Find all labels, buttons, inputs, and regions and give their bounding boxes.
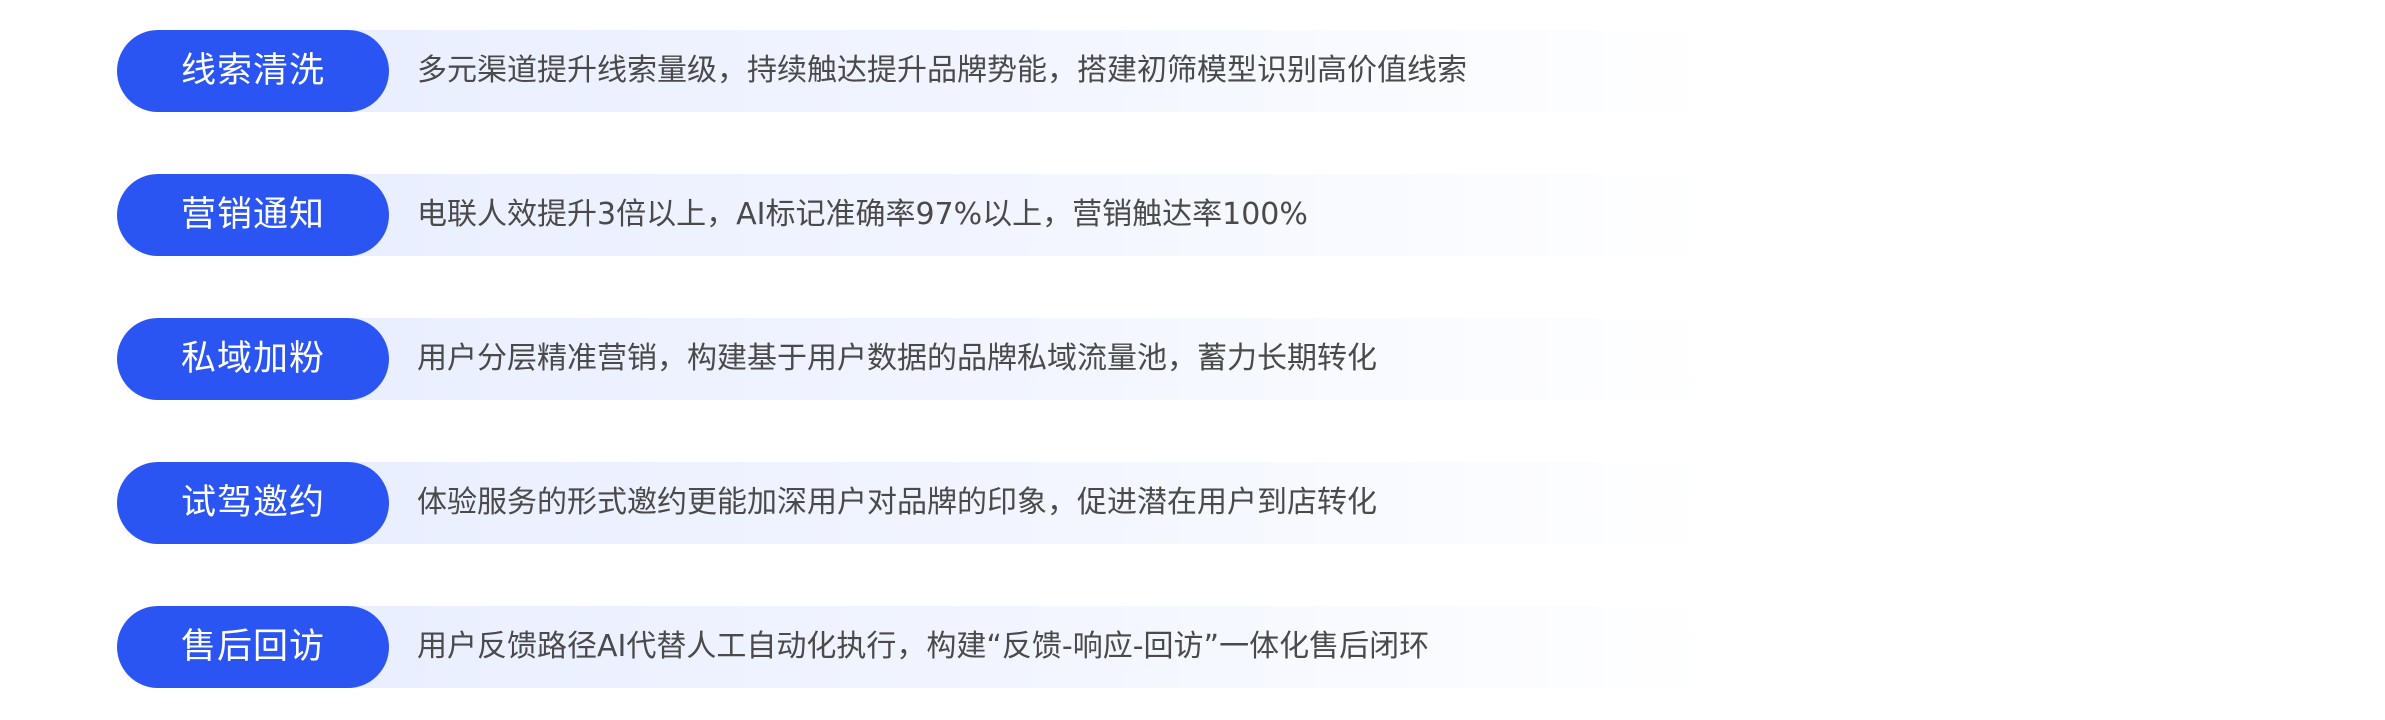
list-item-marketing-notice: 营销通知 电联人效提升3倍以上，AI标记准确率97%以上，营销触达率100%	[117, 174, 1867, 256]
list-item-test-drive: 试驾邀约 体验服务的形式邀约更能加深用户对品牌的印象，促进潜在用户到店转化	[117, 462, 1867, 544]
list-item-lead-cleaning: 线索清洗 多元渠道提升线索量级，持续触达提升品牌势能，搭建初筛模型识别高价值线索	[117, 30, 1867, 112]
item-description: 电联人效提升3倍以上，AI标记准确率97%以上，营销触达率100%	[417, 197, 1308, 232]
item-description: 体验服务的形式邀约更能加深用户对品牌的印象，促进潜在用户到店转化	[417, 485, 1377, 520]
list-item-private-domain: 私域加粉 用户分层精准营销，构建基于用户数据的品牌私域流量池，蓄力长期转化	[117, 318, 1867, 400]
list-item-after-sales: 售后回访 用户反馈路径AI代替人工自动化执行，构建“反馈-响应-回访”一体化售后…	[117, 606, 1867, 688]
item-description: 用户分层精准营销，构建基于用户数据的品牌私域流量池，蓄力长期转化	[417, 341, 1377, 376]
item-description: 多元渠道提升线索量级，持续触达提升品牌势能，搭建初筛模型识别高价值线索	[417, 53, 1467, 88]
label-pill: 营销通知	[117, 174, 389, 256]
item-description: 用户反馈路径AI代替人工自动化执行，构建“反馈-响应-回访”一体化售后闭环	[417, 629, 1430, 664]
label-pill: 私域加粉	[117, 318, 389, 400]
label-pill: 试驾邀约	[117, 462, 389, 544]
feature-list: 线索清洗 多元渠道提升线索量级，持续触达提升品牌势能，搭建初筛模型识别高价值线索…	[117, 30, 1867, 688]
label-pill: 线索清洗	[117, 30, 389, 112]
label-pill: 售后回访	[117, 606, 389, 688]
